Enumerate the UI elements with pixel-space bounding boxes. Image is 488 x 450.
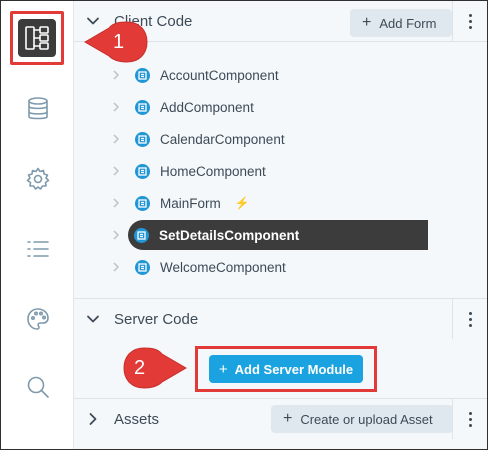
rail-item-app-tree[interactable] bbox=[18, 19, 56, 57]
chevron-right-icon[interactable] bbox=[112, 220, 122, 250]
form-file-icon bbox=[135, 163, 150, 179]
chevron-right-icon[interactable] bbox=[112, 156, 122, 186]
palette-icon bbox=[27, 308, 49, 330]
assets-menu[interactable] bbox=[452, 399, 487, 439]
assets-header[interactable]: Assets + Create or upload Asset bbox=[74, 399, 487, 439]
rail-item-theme[interactable] bbox=[18, 299, 58, 339]
assets-title: Assets bbox=[114, 410, 160, 428]
list-icon bbox=[27, 241, 49, 257]
form-file-icon bbox=[135, 99, 150, 115]
chevron-right-icon[interactable] bbox=[86, 412, 100, 426]
plus-icon: + bbox=[218, 360, 228, 378]
form-file-icon bbox=[135, 195, 150, 211]
form-file-icon bbox=[135, 131, 150, 147]
rail-item-search[interactable] bbox=[18, 367, 58, 407]
tree-item-set-details-component[interactable]: SetDetailsComponent bbox=[128, 220, 428, 250]
create-upload-asset-button[interactable]: + Create or upload Asset bbox=[271, 405, 453, 433]
rail-item-list[interactable] bbox=[18, 229, 58, 269]
lightning-icon: ⚡ bbox=[234, 196, 250, 210]
rail-highlight-box bbox=[10, 11, 64, 65]
callout-number-2: 2 bbox=[134, 357, 146, 379]
chevron-right-icon[interactable] bbox=[112, 252, 122, 282]
app-tree-icon bbox=[25, 26, 49, 50]
tree-item-add-component[interactable]: AddComponent bbox=[135, 92, 254, 122]
callout-1: 1 bbox=[83, 20, 149, 66]
kebab-icon bbox=[468, 12, 472, 30]
plus-icon: + bbox=[283, 410, 293, 427]
tree-item-calendar-component[interactable]: CalendarComponent bbox=[135, 124, 285, 154]
rail-item-settings[interactable] bbox=[18, 159, 58, 199]
chevron-right-icon[interactable] bbox=[112, 124, 122, 154]
chevron-down-icon[interactable] bbox=[86, 312, 100, 326]
server-code-header[interactable]: Server Code bbox=[74, 299, 487, 339]
plus-icon: + bbox=[362, 14, 372, 31]
tree-item-welcome-component[interactable]: WelcomeComponent bbox=[135, 252, 286, 282]
search-icon bbox=[27, 376, 49, 398]
tree-item-home-component[interactable]: HomeComponent bbox=[135, 156, 266, 186]
kebab-icon bbox=[468, 310, 472, 328]
chevron-right-icon[interactable] bbox=[112, 92, 122, 122]
add-server-module-button[interactable]: + Add Server Module bbox=[209, 355, 363, 383]
callout-2: 2 bbox=[116, 346, 188, 392]
form-file-icon bbox=[134, 227, 149, 243]
form-file-icon bbox=[135, 259, 150, 275]
kebab-icon bbox=[468, 410, 472, 428]
chevron-right-icon[interactable] bbox=[112, 188, 122, 218]
callout-arrow-shape bbox=[123, 347, 187, 389]
callout-number-1: 1 bbox=[113, 31, 125, 53]
app-window: Client Code + Add Form AccountComponent … bbox=[0, 0, 488, 450]
tree-item-main-form[interactable]: MainForm ⚡ bbox=[135, 188, 250, 218]
form-file-icon bbox=[135, 67, 150, 83]
database-icon bbox=[28, 97, 48, 120]
gear-icon bbox=[26, 167, 50, 190]
add-form-button[interactable]: + Add Form bbox=[350, 9, 452, 37]
rail-item-data[interactable] bbox=[18, 89, 58, 129]
server-code-title: Server Code bbox=[114, 310, 199, 328]
tree-item-account-component[interactable]: AccountComponent bbox=[135, 60, 279, 90]
server-code-menu[interactable] bbox=[452, 299, 487, 339]
sidebar-rail bbox=[1, 1, 74, 449]
client-code-menu[interactable] bbox=[452, 1, 487, 41]
